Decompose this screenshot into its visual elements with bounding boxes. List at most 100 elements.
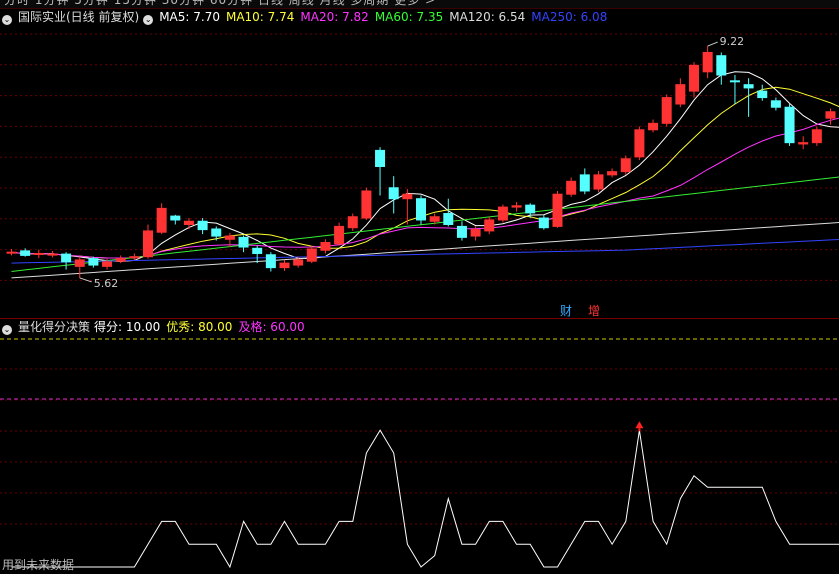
candle-body xyxy=(757,90,768,99)
candle-body xyxy=(61,253,72,263)
candle-body xyxy=(443,213,454,225)
candle-body xyxy=(306,248,317,262)
candle-body xyxy=(47,253,58,256)
candle-body xyxy=(334,225,345,245)
candle xyxy=(798,136,809,150)
candle-body xyxy=(811,129,822,144)
settings-dropdown-icon[interactable]: ⌄ xyxy=(143,15,154,25)
candle xyxy=(170,214,181,225)
finance-badge[interactable]: 财 xyxy=(558,304,574,318)
candle-body xyxy=(293,259,304,266)
candle-body xyxy=(743,84,754,89)
candle xyxy=(770,97,781,111)
ma20-label: MA20: 7.82 xyxy=(300,10,369,24)
candle xyxy=(47,250,58,258)
buy-arrow-icon xyxy=(635,421,644,429)
main-legend: ⌄ 国际实业(日线 前复权) ⌄ MA5: 7.70 MA10: 7.74 MA20: 7… xyxy=(0,9,613,25)
ma20-line xyxy=(11,117,839,259)
candle xyxy=(456,221,467,241)
sub-legend: ⌄ 量化得分决策 得分: 10.00 优秀: 80.00 及格: 60.00 xyxy=(0,319,311,335)
candle xyxy=(661,94,672,127)
candle-body xyxy=(579,174,590,192)
increase-badge[interactable]: 增 xyxy=(586,304,602,318)
candle-body xyxy=(566,180,577,195)
candle xyxy=(61,252,72,270)
candle xyxy=(320,239,331,254)
candle-body xyxy=(33,252,44,255)
candle-body xyxy=(320,242,331,251)
candle xyxy=(511,201,522,212)
candle xyxy=(183,218,194,229)
indicator-title[interactable]: 量化得分决策 xyxy=(18,320,90,334)
candle-body xyxy=(211,228,222,237)
candle-body xyxy=(702,51,713,73)
candle-body xyxy=(456,225,467,238)
candle-body xyxy=(689,64,699,92)
candle xyxy=(634,126,645,161)
candle xyxy=(675,78,686,108)
candle-body xyxy=(6,251,17,254)
candle-body xyxy=(798,142,809,145)
excellent-label: 优秀: 80.00 xyxy=(166,320,233,334)
ma60-label: MA60: 7.35 xyxy=(374,10,444,24)
candle xyxy=(538,214,549,230)
candle-body xyxy=(525,204,536,214)
candle xyxy=(811,126,822,146)
candle xyxy=(334,222,345,246)
candle-body xyxy=(115,258,126,262)
candle-body xyxy=(102,261,113,267)
candle-body xyxy=(156,207,167,233)
candle-body xyxy=(661,97,672,124)
candle-body xyxy=(675,84,686,105)
candle xyxy=(552,190,563,228)
candle-body xyxy=(224,235,235,240)
candle-body xyxy=(620,158,631,173)
future-data-note: 用到未来数据 xyxy=(2,558,75,572)
candle xyxy=(33,249,44,258)
candle-body xyxy=(238,236,249,248)
candle xyxy=(497,204,508,223)
candle xyxy=(716,52,727,85)
candle xyxy=(88,256,99,268)
stock-title[interactable]: 国际实业(日线 前复权) xyxy=(18,10,139,24)
candle-body xyxy=(20,250,31,256)
candle-body xyxy=(197,220,208,231)
candle xyxy=(156,203,167,235)
candle xyxy=(252,245,263,264)
collapse-icon[interactable]: ⌄ xyxy=(2,15,12,25)
candle xyxy=(143,224,153,259)
candle xyxy=(484,216,495,235)
candle xyxy=(197,218,208,235)
candle-body xyxy=(361,190,372,219)
candle xyxy=(388,176,399,214)
candle-body xyxy=(429,216,440,222)
candle xyxy=(416,195,426,225)
ma5-label: MA5: 7.70 xyxy=(159,10,220,24)
ma120-label: MA120: 6.54 xyxy=(449,10,526,24)
candle-body xyxy=(170,215,181,221)
candle-body xyxy=(770,100,781,108)
candle-body xyxy=(279,262,290,269)
candle xyxy=(306,245,317,264)
candle-body xyxy=(729,80,740,83)
candle-body xyxy=(265,254,276,269)
candle-body xyxy=(252,247,263,254)
candle-body xyxy=(74,259,85,267)
candle xyxy=(265,252,276,272)
candle xyxy=(648,119,659,133)
candle xyxy=(757,84,768,101)
candle xyxy=(115,255,126,264)
candle-body xyxy=(511,205,522,208)
score-label: 得分: 10.00 xyxy=(94,320,161,334)
candle xyxy=(347,213,358,231)
collapse-icon[interactable]: ⌄ xyxy=(2,325,12,335)
candle-body xyxy=(825,111,836,119)
candle-body xyxy=(402,193,413,200)
candle-body xyxy=(784,106,795,144)
candle-body xyxy=(634,129,645,158)
ma10-label: MA10: 7.74 xyxy=(225,10,295,24)
candle-body xyxy=(484,219,495,232)
candle xyxy=(361,187,372,220)
candle xyxy=(689,62,699,98)
candle xyxy=(6,248,17,256)
